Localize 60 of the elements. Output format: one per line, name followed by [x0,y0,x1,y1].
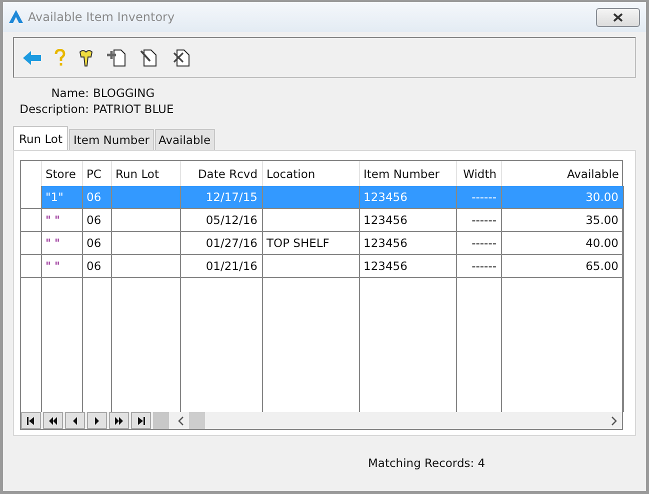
close-icon [613,12,623,22]
field-value: BLOGGING [93,86,155,100]
next-button[interactable] [87,412,107,429]
table-cell: 01/27/16 [180,232,262,254]
delete-page-icon[interactable] [172,48,192,67]
table-cell: " " [41,254,82,278]
table-cell: 06 [82,232,111,254]
pager-spacer [153,412,169,429]
edit-page-icon[interactable] [139,48,159,67]
table-cell: 123456 [359,254,456,278]
table-cell: 01/21/16 [180,254,262,278]
table-cell: ------ [456,254,501,278]
table-cell: 06 [82,208,111,232]
table-cell: 12/17/15 [180,186,262,208]
table-cell: 06 [82,186,111,208]
table-cell [111,232,180,254]
next-page-icon [114,416,124,424]
table-cell: " " [41,208,82,232]
status-text: Matching Records: 4 [368,456,486,470]
table-cell: 35.00 [501,208,623,232]
last-button[interactable] [131,412,151,429]
table-cell: ------ [456,186,501,208]
close-button[interactable] [596,8,640,26]
table-cell: 30.00 [501,186,623,208]
table-cell: 123456 [359,208,456,232]
table-cell [111,186,180,208]
tab[interactable]: Item Number [69,129,154,150]
scroll-left-icon[interactable] [177,416,185,426]
table-cell: "1" [41,186,82,208]
table-cell: ------ [456,232,501,254]
table-cell: 06 [82,254,111,278]
add-page-icon[interactable] [106,48,126,67]
prev-page-icon [48,416,58,424]
last-icon [136,416,146,424]
prev-page-button[interactable] [43,412,63,429]
table-cell: TOP SHELF [262,232,359,254]
table-cell: " " [41,232,82,254]
table-cell: 123456 [359,186,456,208]
field-value: PATRIOT BLUE [93,102,174,116]
scroll-right-icon[interactable] [610,416,618,426]
table-cell: ------ [456,208,501,232]
table-cell: 123456 [359,232,456,254]
scrollbar-thumb[interactable] [189,412,205,429]
back-arrow-icon[interactable] [23,50,41,64]
table-cell: 40.00 [501,232,623,254]
key-icon[interactable] [79,48,93,66]
first-icon [26,416,36,424]
first-button[interactable] [21,412,41,429]
tab[interactable]: Available [154,129,215,150]
field-label: Description: [18,102,90,116]
field-label: Name: [50,86,90,100]
tab[interactable]: Run Lot [13,126,68,150]
app-logo-icon [9,10,23,24]
table-cell: 05/12/16 [180,208,262,232]
next-page-button[interactable] [109,412,129,429]
window-title: Available Item Inventory [28,10,176,24]
prev-button[interactable] [65,412,85,429]
table-cell: 65.00 [501,254,623,278]
table-cell [111,208,180,232]
next-icon [92,416,102,424]
